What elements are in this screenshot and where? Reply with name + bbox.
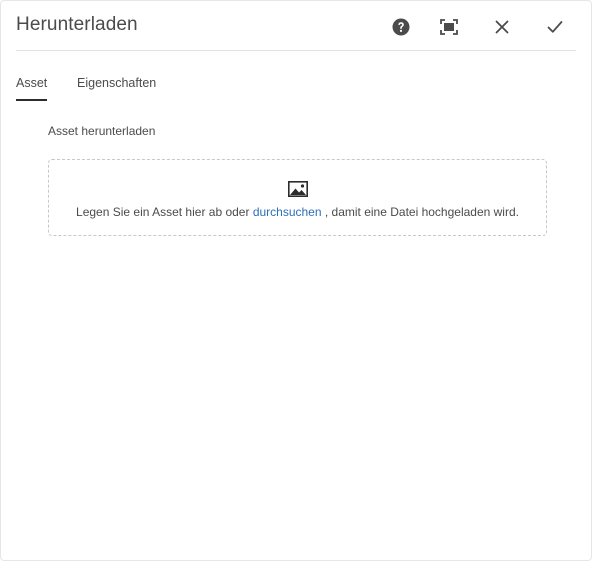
fullscreen-button[interactable] [436, 14, 462, 40]
asset-dropzone[interactable]: Legen Sie ein Asset hier ab oder durchsu… [48, 159, 547, 236]
tab-asset[interactable]: Asset [16, 76, 48, 102]
close-button[interactable] [489, 14, 515, 40]
tab-eigenschaften[interactable]: Eigenschaften [77, 76, 156, 102]
help-button[interactable] [388, 14, 414, 40]
browse-link[interactable]: durchsuchen [253, 205, 322, 219]
dropzone-text-after: , damit eine Datei hochgeladen wird. [321, 205, 519, 219]
checkmark-icon [547, 21, 563, 33]
dialog-title: Herunterladen [16, 14, 138, 35]
asset-section-label: Asset herunterladen [48, 124, 156, 138]
fullscreen-icon [440, 19, 458, 35]
image-icon [288, 181, 308, 197]
dropzone-text: Legen Sie ein Asset hier ab oder durchsu… [49, 205, 546, 219]
close-icon [495, 20, 509, 34]
confirm-button[interactable] [542, 14, 568, 40]
dialog: Herunterladen Asset Eigenschaften Asset … [0, 0, 592, 561]
help-icon [392, 18, 410, 36]
dropzone-text-before: Legen Sie ein Asset hier ab oder [76, 205, 253, 219]
dialog-header: Herunterladen [16, 1, 576, 51]
